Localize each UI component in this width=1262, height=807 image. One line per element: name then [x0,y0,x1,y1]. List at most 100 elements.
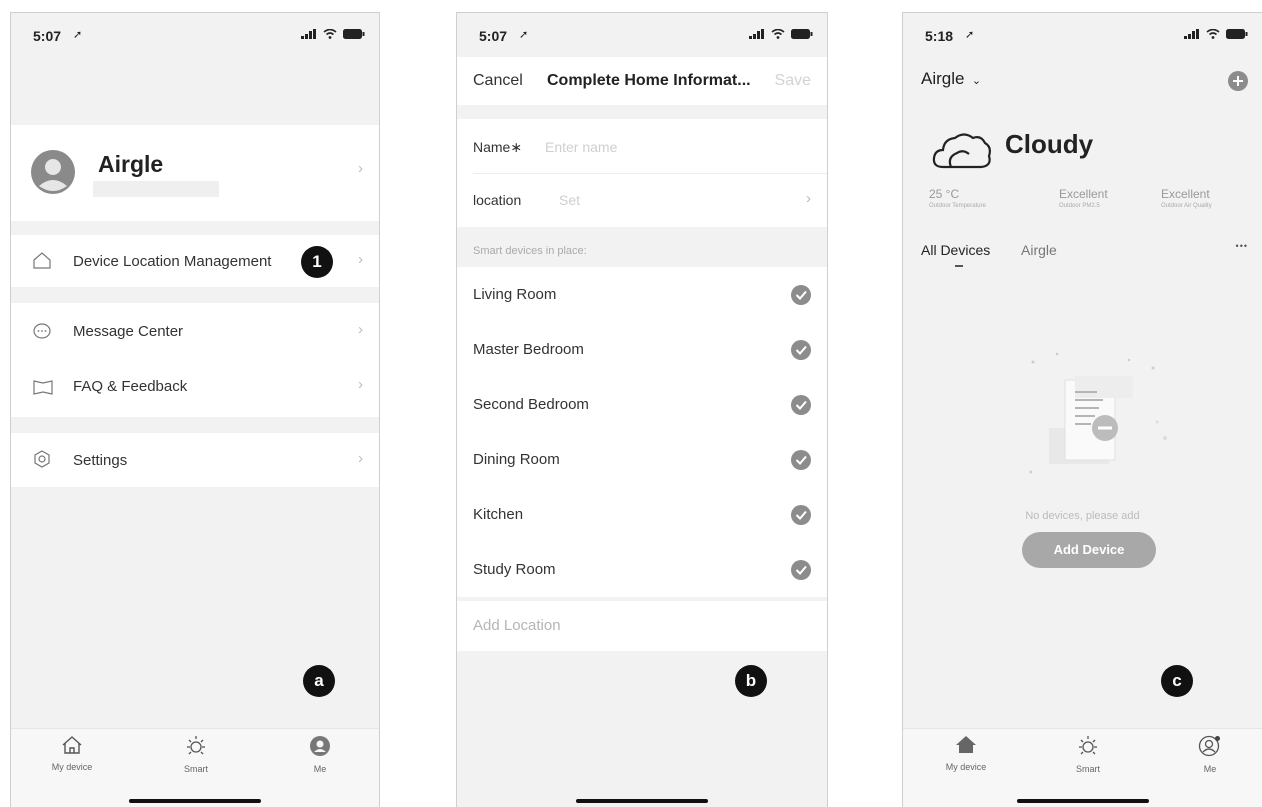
screen-c-home-page: 5:18 ➚ Airgle ⌄ Cloudy 25 °C Outdoor Tem… [902,12,1262,807]
home-name: Airgle [921,69,965,88]
stat-value: Excellent [1059,187,1108,201]
add-device-button[interactable]: Add Device [1022,532,1156,568]
signal-icon [749,29,764,39]
tab-bar: My device Smart Me [903,728,1262,807]
add-location-row[interactable]: Add Location [457,601,827,651]
battery-icon [791,29,813,39]
more-options-icon[interactable]: ••• [1236,241,1248,251]
tab-bar: My device Smart Me [11,728,379,807]
check-circle-icon[interactable] [791,505,811,525]
tab-my-device[interactable]: My device [931,735,1001,772]
tab-smart[interactable]: Smart [1053,735,1123,774]
stat-label: Outdoor PM2.5 [1059,203,1100,209]
home-info-form: Name∗ Enter name location Set › [457,119,827,227]
room-label: Kitchen [473,506,524,523]
tab-me[interactable]: Me [1175,735,1245,774]
list-item-room[interactable]: Kitchen [457,487,827,542]
empty-document-illustration [1029,352,1167,474]
wifi-icon [323,29,337,39]
home-indicator [1016,799,1149,803]
list-item-room[interactable]: Second Bedroom [457,377,827,432]
status-time: 5:07 [33,28,62,44]
chevron-right-icon: › [358,450,363,467]
location-field-row[interactable]: location Set › [457,174,827,227]
user-outline-icon [1198,735,1220,757]
menu-item-label: Settings [73,452,128,469]
location-arrow-icon: ➚ [519,29,529,41]
user-filled-icon [310,736,330,756]
status-icons [301,29,365,39]
book-icon [33,380,53,395]
screen-label-badge: c [1161,665,1193,697]
check-circle-icon[interactable] [791,395,811,415]
empty-state-text: No devices, please add [1025,510,1140,522]
menu-item-message-center[interactable]: Message Center › [11,303,379,360]
list-item-room[interactable]: Living Room [457,267,827,322]
check-circle-icon[interactable] [791,450,811,470]
add-location-button[interactable]: Add Location [473,617,561,634]
cancel-button[interactable]: Cancel [473,72,523,90]
house-outline-icon [62,736,82,754]
stat-value: Excellent [1161,187,1210,201]
status-time: 5:18 [925,28,954,44]
wifi-icon [771,29,785,39]
signal-icon [301,29,316,39]
wifi-icon [1206,29,1220,39]
menu-item-label: FAQ & Feedback [73,378,188,395]
status-icons [1184,29,1248,39]
check-circle-icon[interactable] [791,560,811,580]
home-selector[interactable]: Airgle ⌄ [921,69,981,89]
profile-name: Airgle [98,151,164,177]
room-list: Living Room Master Bedroom Second Bedroo… [457,267,827,597]
name-input[interactable]: Enter name [545,139,617,155]
profile-row[interactable]: Airgle › [11,125,379,221]
stat-value: 25 °C [929,187,960,201]
tab-label: Smart [1075,764,1100,774]
room-label: Master Bedroom [473,341,584,358]
message-bubble-icon [33,323,51,339]
room-label: Dining Room [473,451,560,468]
tab-all-devices[interactable]: All Devices [921,242,990,258]
menu-item-faq-feedback[interactable]: FAQ & Feedback › [11,360,379,417]
add-circle-icon[interactable] [1228,71,1248,91]
tab-me[interactable]: Me [285,735,355,774]
list-item-room[interactable]: Study Room [457,542,827,597]
home-indicator [576,799,708,803]
tab-label: Me [313,764,327,774]
name-label: Name∗ [473,139,523,155]
cloud-icon [932,133,991,169]
menu-item-device-location[interactable]: Device Location Management 1 › [11,235,379,287]
list-item-room[interactable]: Dining Room [457,432,827,487]
chevron-down-icon: ⌄ [971,75,982,87]
nav-title: Complete Home Informat... [547,72,751,89]
location-value: Set [559,192,581,208]
check-circle-icon[interactable] [791,340,811,360]
screen-label-badge: a [303,665,335,697]
battery-icon [343,29,365,39]
tab-label: Smart [183,764,208,774]
stat-label: Outdoor Temperature [929,203,986,209]
stat-air-quality: Excellent Outdoor Air Quality [1161,187,1261,209]
menu-item-label: Message Center [73,323,184,340]
nav-bar: Cancel Complete Home Informat... Save [457,57,827,105]
tab-label: My device [945,762,987,772]
weather-condition: Cloudy [1005,129,1094,159]
house-filled-icon [956,736,976,753]
check-circle-icon[interactable] [791,285,811,305]
home-indicator [129,799,261,803]
tab-smart[interactable]: Smart [161,735,231,774]
status-icons [749,29,813,39]
callout-number-badge: 1 [301,246,333,278]
list-item-room[interactable]: Master Bedroom [457,322,827,377]
name-field-row[interactable]: Name∗ Enter name [457,119,827,173]
save-button[interactable]: Save [775,72,811,90]
location-arrow-icon: ➚ [73,29,83,41]
tab-my-device[interactable]: My device [37,735,107,772]
stat-temperature: 25 °C Outdoor Temperature [929,187,1029,209]
menu-item-settings[interactable]: Settings › [11,433,379,487]
chevron-right-icon: › [358,376,363,393]
tab-airgle[interactable]: Airgle [1021,242,1057,258]
menu-group-messages: Message Center › FAQ & Feedback › [11,303,379,417]
signal-icon [1184,29,1199,39]
menu-item-label: Device Location Management [73,253,272,270]
